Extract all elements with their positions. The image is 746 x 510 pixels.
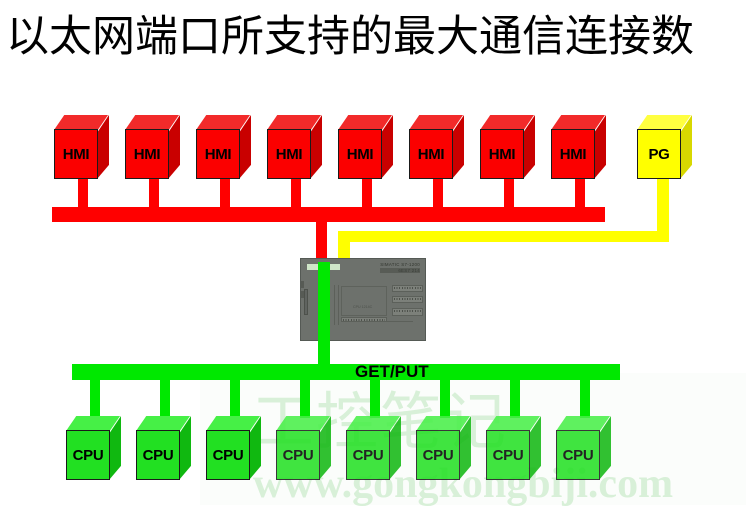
cpu-node-label: CPU <box>136 430 180 480</box>
cube-top-face <box>54 115 108 130</box>
plc-terminal-block-3 <box>392 308 423 316</box>
cpu-node-1[interactable]: CPU <box>66 416 121 480</box>
cpu-node-8[interactable]: CPU <box>556 416 611 480</box>
plc-model-line1: SIMATIC S7-1200 <box>380 262 420 267</box>
plc-model-label: SIMATIC S7-1200 6ES7 214 <box>380 262 420 273</box>
cpu-bus-label: GET/PUT <box>355 362 429 381</box>
hmi-bus-bar <box>52 207 605 222</box>
cpu-node-2[interactable]: CPU <box>136 416 191 480</box>
cpu-node-label: CPU <box>206 430 250 480</box>
hmi-node-4[interactable]: HMI <box>267 115 322 179</box>
cpu-drop-6 <box>440 378 450 418</box>
cube-top-face <box>480 115 534 130</box>
cpu-node-6[interactable]: CPU <box>416 416 471 480</box>
cube-top-face <box>409 115 463 130</box>
diagram-canvas: 以太网端口所支持的最大通信连接数 工控笔记 www.gongkongbiji.c… <box>0 0 746 510</box>
cpu-node-label: CPU <box>66 430 110 480</box>
cube-top-face <box>346 416 400 431</box>
cpu-node-label: CPU <box>416 430 460 480</box>
cube-top-face <box>267 115 321 130</box>
hmi-node-label: HMI <box>409 129 453 179</box>
plc-front-panel <box>341 286 387 316</box>
cpu-drop-2 <box>160 378 170 418</box>
plc-divider-line-2 <box>334 285 335 325</box>
hmi-node-label: HMI <box>551 129 595 179</box>
cube-top-face <box>486 416 540 431</box>
cube-top-face <box>556 416 610 431</box>
hmi-node-label: HMI <box>125 129 169 179</box>
hmi-node-2[interactable]: HMI <box>125 115 180 179</box>
cube-top-face <box>338 115 392 130</box>
cube-top-face <box>136 416 190 431</box>
plc-panel-label: CPU 1214C <box>353 305 373 309</box>
plc-divider-line <box>338 285 339 325</box>
cube-top-face <box>196 115 250 130</box>
pg-link-horizontal <box>338 231 669 242</box>
plc-connector-left <box>304 289 308 315</box>
cube-top-face <box>66 416 120 431</box>
cube-top-face <box>551 115 605 130</box>
cube-top-face <box>125 115 179 130</box>
hmi-node-3[interactable]: HMI <box>196 115 251 179</box>
hmi-node-1[interactable]: HMI <box>54 115 109 179</box>
hmi-node-label: HMI <box>338 129 382 179</box>
cpu-node-7[interactable]: CPU <box>486 416 541 480</box>
hmi-node-label: HMI <box>480 129 524 179</box>
cpu-bus-bar <box>72 364 620 380</box>
cube-top-face <box>206 416 260 431</box>
plc-terminal-block-4 <box>341 317 387 322</box>
pg-drop-vertical <box>657 172 669 240</box>
pg-node[interactable]: PG <box>637 115 692 179</box>
hmi-bus-to-plc-link <box>316 220 327 262</box>
cpu-node-label: CPU <box>346 430 390 480</box>
cpu-node-3[interactable]: CPU <box>206 416 261 480</box>
plc-model-line2: 6ES7 214 <box>380 267 420 273</box>
hmi-node-7[interactable]: HMI <box>480 115 535 179</box>
page-title: 以太网端口所支持的最大通信连接数 <box>6 12 694 62</box>
cpu-node-label: CPU <box>276 430 320 480</box>
plc-to-cpu-bus-link <box>318 262 330 370</box>
cpu-node-label: CPU <box>556 430 600 480</box>
cpu-node-label: CPU <box>486 430 530 480</box>
cube-top-face <box>416 416 470 431</box>
cube-top-face <box>276 416 330 431</box>
hmi-node-5[interactable]: HMI <box>338 115 393 179</box>
plc-slot-1 <box>301 281 304 288</box>
plc-slot-2 <box>301 291 304 298</box>
plc-terminal-block-2 <box>392 296 423 303</box>
hmi-node-6[interactable]: HMI <box>409 115 464 179</box>
cpu-drop-7 <box>510 378 520 418</box>
cpu-node-4[interactable]: CPU <box>276 416 331 480</box>
cpu-drop-1 <box>90 378 100 418</box>
hmi-node-label: HMI <box>196 129 240 179</box>
cpu-drop-5 <box>370 378 380 418</box>
cpu-drop-3 <box>230 378 240 418</box>
cpu-drop-4 <box>300 378 310 418</box>
cube-top-face <box>637 115 691 130</box>
pg-node-label: PG <box>637 129 681 179</box>
hmi-node-8[interactable]: HMI <box>551 115 606 179</box>
cpu-node-5[interactable]: CPU <box>346 416 401 480</box>
plc-terminal-block-1 <box>392 285 423 292</box>
hmi-node-label: HMI <box>54 129 98 179</box>
hmi-node-label: HMI <box>267 129 311 179</box>
cpu-drop-8 <box>580 378 590 418</box>
